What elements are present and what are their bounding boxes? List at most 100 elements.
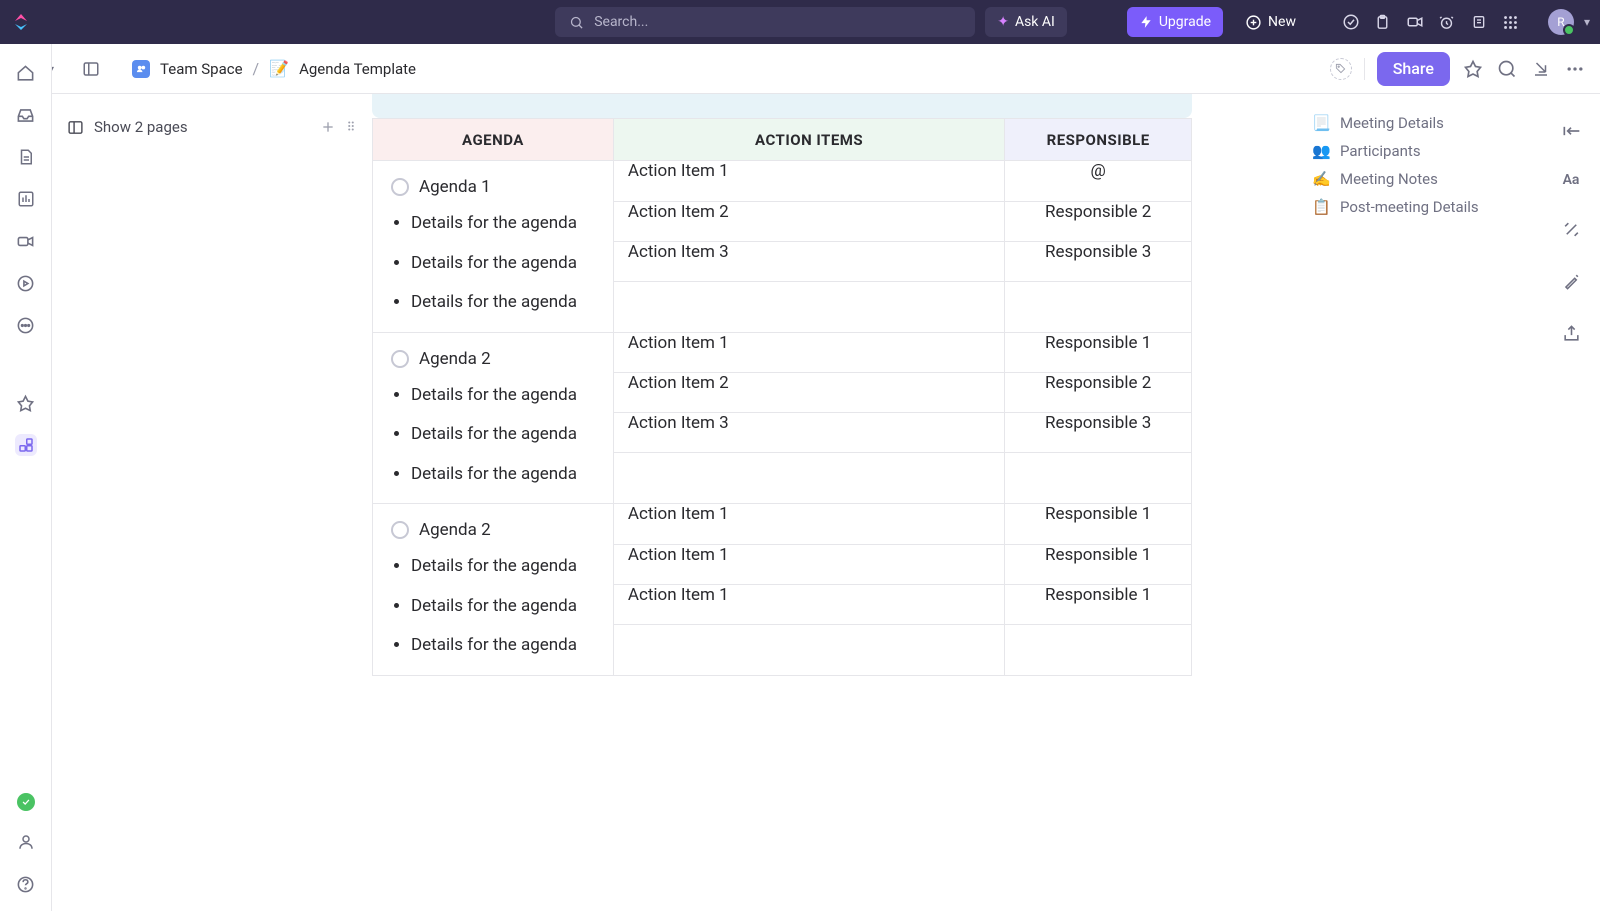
inbox-icon[interactable] — [15, 104, 37, 126]
columns-icon[interactable] — [66, 118, 84, 136]
agenda-detail[interactable]: Details for the agen­da — [411, 554, 601, 580]
status-online-icon[interactable] — [17, 793, 35, 811]
radio-icon[interactable] — [391, 178, 409, 196]
action-item-cell[interactable]: Action Item 1 — [614, 504, 1004, 544]
collapse-outline-icon[interactable] — [1560, 120, 1582, 142]
apps-grid-icon[interactable] — [1500, 11, 1522, 33]
star-icon[interactable] — [1462, 58, 1484, 80]
radio-icon[interactable] — [391, 521, 409, 539]
header-action-items: ACTION ITEMS — [613, 119, 1004, 161]
responsible-cell[interactable]: @ — [1005, 161, 1191, 201]
download-arrow-icon[interactable] — [1530, 58, 1552, 80]
ask-ai-button[interactable]: ✦ Ask AI — [985, 7, 1067, 37]
document-column: AGENDA ACTION ITEMS RESPONSIBLE Agenda 1… — [372, 94, 1192, 911]
action-item-cell[interactable]: Action Item 1 — [614, 161, 1004, 201]
action-item-cell[interactable]: Action Item 1 — [614, 333, 1004, 373]
new-button[interactable]: New — [1233, 7, 1308, 37]
sidebar-toggle-icon[interactable] — [80, 58, 102, 80]
action-item-cell[interactable]: Action Item 2 — [614, 201, 1004, 241]
table-row: Agenda 2 Details for the agen­da Details f… — [373, 332, 1192, 504]
outline-label: Participants — [1340, 142, 1421, 160]
agenda-title[interactable]: Agenda 1 — [419, 177, 491, 197]
sparkle-icon: ✦ — [997, 14, 1009, 30]
add-page-icon[interactable] — [320, 119, 336, 135]
home-icon[interactable] — [15, 62, 37, 84]
check-circle-icon[interactable] — [1340, 11, 1362, 33]
docs-icon[interactable] — [15, 146, 37, 168]
user-avatar[interactable]: R — [1548, 9, 1574, 35]
agenda-detail[interactable]: Details for the agen­da — [411, 422, 601, 448]
agenda-detail[interactable]: Details for the agen­da — [411, 251, 601, 277]
action-item-cell[interactable]: Action Item 3 — [614, 241, 1004, 281]
responsible-cell[interactable]: Responsible 1 — [1005, 584, 1191, 624]
outline-panel: 📃Meeting Details 👥️ Participants ✍️Meeting … — [1192, 94, 1600, 911]
banner — [372, 94, 1192, 118]
radio-icon[interactable] — [391, 350, 409, 368]
space-icon[interactable] — [132, 60, 150, 78]
upgrade-button[interactable]: Upgrade — [1127, 7, 1223, 37]
new-label: New — [1268, 14, 1296, 30]
responsible-cell[interactable]: Responsible 1 — [1005, 544, 1191, 584]
show-pages-label[interactable]: Show 2 pages — [94, 118, 188, 136]
responsible-cell[interactable]: Responsible 3 — [1005, 241, 1191, 281]
more-nav-icon[interactable] — [15, 314, 37, 336]
timesheets-icon[interactable] — [15, 272, 37, 294]
outline-item[interactable]: ✍️Meeting Notes — [1312, 170, 1479, 188]
search-input[interactable]: Search... — [555, 7, 975, 37]
action-item-cell[interactable]: Action Item 3 — [614, 413, 1004, 453]
agenda-detail[interactable]: Details for the agen­da — [411, 594, 601, 620]
agenda-detail[interactable]: Details for the agen­da — [411, 290, 601, 316]
agenda-detail[interactable]: Details for the agen­da — [411, 211, 601, 237]
share-label: Share — [1393, 59, 1434, 78]
clips-icon[interactable] — [15, 230, 37, 252]
agenda-title[interactable]: Agenda 2 — [419, 520, 491, 540]
agenda-table: AGENDA ACTION ITEMS RESPONSIBLE Agenda 1… — [372, 118, 1192, 676]
outline-emoji-icon: 👥️ — [1312, 142, 1330, 160]
font-size-button[interactable]: Aa — [1563, 172, 1580, 188]
responsible-cell[interactable]: Responsible 3 — [1005, 413, 1191, 453]
video-icon[interactable] — [1404, 11, 1426, 33]
outline-item[interactable]: 📋Post-meeting Details — [1312, 198, 1479, 216]
ai-assist-icon[interactable] — [1560, 218, 1582, 240]
action-item-cell[interactable]: Action Item 1 — [614, 584, 1004, 624]
left-rail: <"rect x="4" y="4" width="7" height="7" … — [0, 44, 52, 911]
breadcrumb-separator: / — [253, 59, 260, 78]
app-logo[interactable] — [10, 11, 32, 33]
favorites-icon[interactable] — [15, 392, 37, 414]
ask-ai-label: Ask AI — [1015, 14, 1055, 30]
agenda-detail[interactable]: Details for the agen­da — [411, 383, 601, 409]
action-item-cell[interactable]: Action Item 2 — [614, 373, 1004, 413]
tag-icon[interactable] — [1330, 58, 1352, 80]
table-row: Agenda 2 Details for the agen­da Details f… — [373, 504, 1192, 676]
responsible-cell[interactable]: Responsible 2 — [1005, 201, 1191, 241]
header-agenda: AGENDA — [373, 119, 614, 161]
chevron-down-icon[interactable]: ▾ — [1584, 15, 1590, 29]
export-icon[interactable] — [1560, 322, 1582, 344]
outline-label: Meeting Notes — [1340, 170, 1438, 188]
magic-wand-icon[interactable] — [1560, 270, 1582, 292]
responsible-cell[interactable]: Responsible 1 — [1005, 504, 1191, 544]
alarm-icon[interactable] — [1436, 11, 1458, 33]
outline-item[interactable]: 👥️ Participants — [1312, 142, 1479, 160]
search-icon — [569, 15, 584, 30]
action-item-cell[interactable]: Action Item 1 — [614, 544, 1004, 584]
dashboards-icon[interactable] — [15, 188, 37, 210]
comment-icon[interactable] — [1496, 58, 1518, 80]
drag-handle-icon[interactable] — [344, 119, 358, 135]
breadcrumb-space[interactable]: Team Space — [160, 60, 243, 78]
more-icon[interactable] — [1564, 58, 1586, 80]
outline-item[interactable]: 📃Meeting Details — [1312, 114, 1479, 132]
agenda-title[interactable]: Agenda 2 — [419, 349, 491, 369]
responsible-cell[interactable]: Responsible 2 — [1005, 373, 1191, 413]
breadcrumb-page[interactable]: Agenda Template — [299, 60, 416, 78]
avatar-initial: R — [1557, 15, 1564, 29]
help-icon[interactable] — [15, 873, 37, 895]
clipboard-icon[interactable] — [1372, 11, 1394, 33]
agenda-detail[interactable]: Details for the agen­da — [411, 462, 601, 488]
invite-icon[interactable] — [15, 831, 37, 853]
spaces-icon[interactable]: <"rect x="4" y="4" width="7" height="7" … — [15, 434, 37, 456]
responsible-cell[interactable]: Responsible 1 — [1005, 333, 1191, 373]
agenda-detail[interactable]: Details for the agen­da — [411, 633, 601, 659]
share-button[interactable]: Share — [1377, 52, 1450, 86]
notepad-icon[interactable] — [1468, 11, 1490, 33]
